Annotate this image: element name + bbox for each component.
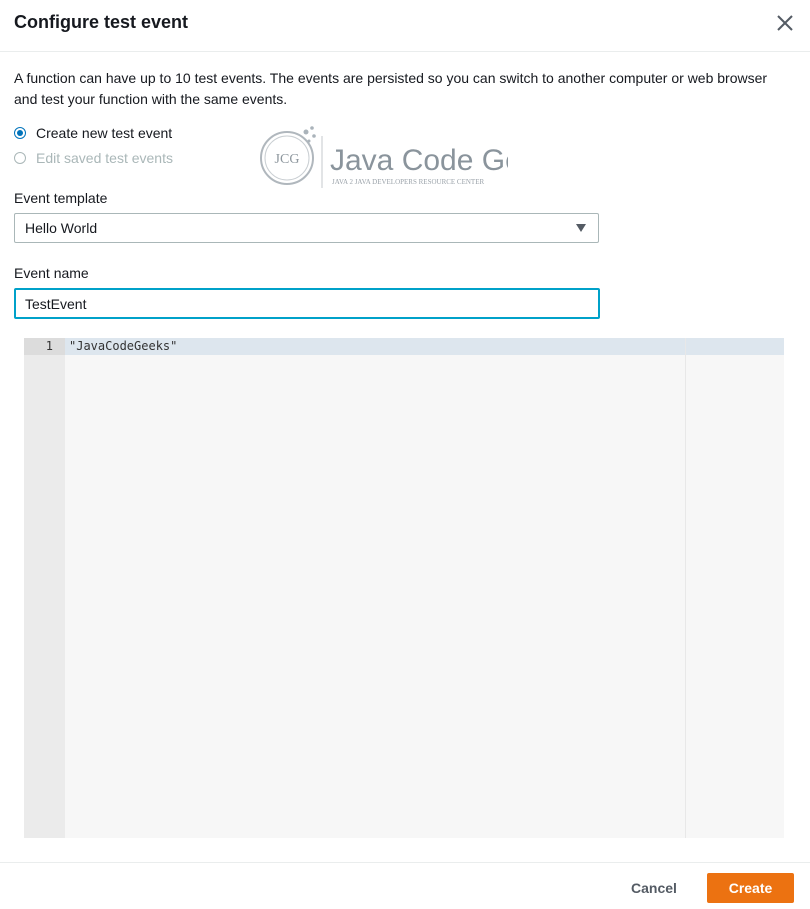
svg-text:Java Code Geeks: Java Code Geeks: [330, 144, 508, 177]
svg-text:JCG: JCG: [275, 152, 300, 167]
dialog-description: A function can have up to 10 test events…: [14, 70, 768, 107]
radio-selected-icon[interactable]: [14, 127, 26, 139]
editor-gutter: [24, 338, 65, 838]
event-name-input[interactable]: [14, 288, 600, 319]
print-margin: [685, 338, 686, 838]
event-template-value: Hello World: [25, 220, 98, 236]
code-editor[interactable]: 1 "JavaCodeGeeks": [24, 338, 784, 838]
dialog-title: Configure test event: [14, 12, 189, 32]
create-button[interactable]: Create: [707, 873, 794, 903]
edit-saved-events-option[interactable]: Edit saved test events: [14, 148, 173, 168]
radio-unselected-icon[interactable]: [14, 152, 26, 164]
code-line[interactable]: "JavaCodeGeeks": [69, 339, 177, 354]
watermark-logo: JCG Java Code Geeks JAVA 2 JAVA DEVELOPE…: [258, 124, 568, 190]
close-icon[interactable]: [774, 12, 796, 34]
event-template-label: Event template: [14, 190, 108, 206]
cancel-button[interactable]: Cancel: [618, 873, 690, 903]
dialog-header: Configure test event: [0, 0, 810, 52]
event-template-select[interactable]: Hello World: [14, 213, 599, 243]
line-number: 1: [45, 339, 53, 353]
create-new-event-option[interactable]: Create new test event: [14, 123, 172, 143]
svg-text:JAVA 2 JAVA DEVELOPERS RESOURC: JAVA 2 JAVA DEVELOPERS RESOURCE CENTER: [332, 178, 484, 186]
create-new-event-label: Create new test event: [36, 125, 173, 141]
caret-down-icon: [576, 224, 586, 232]
edit-saved-events-label: Edit saved test events: [36, 150, 173, 166]
event-name-label: Event name: [14, 265, 89, 281]
